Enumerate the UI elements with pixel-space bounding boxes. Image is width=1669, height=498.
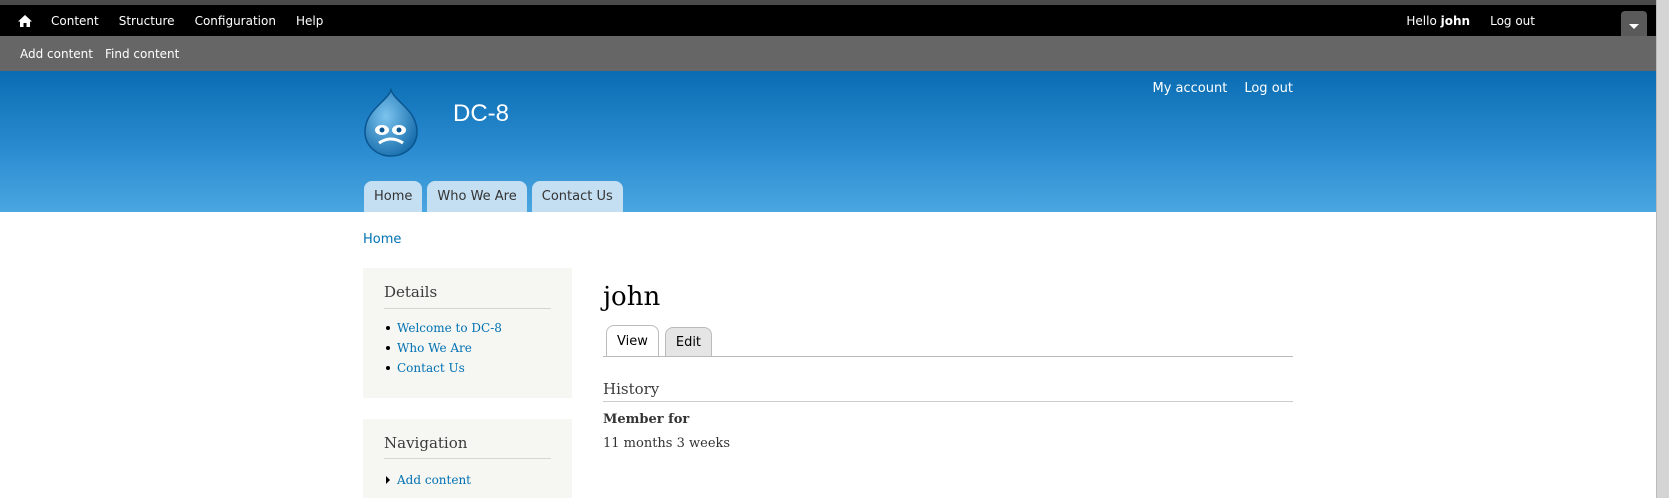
history-divider <box>603 401 1293 402</box>
page-title: john <box>603 282 661 312</box>
details-item-welcome[interactable]: Welcome to DC-8 <box>384 318 502 338</box>
collapsed-arrow-icon <box>386 476 390 484</box>
hello-prefix: Hello <box>1406 13 1437 28</box>
main-menu-who-we-are[interactable]: Who We Are <box>427 181 527 212</box>
details-item-label: Welcome to DC-8 <box>397 321 502 335</box>
tab-view[interactable]: View <box>606 325 659 357</box>
admin-menu-structure[interactable]: Structure <box>119 14 175 28</box>
bullet-icon <box>386 326 390 330</box>
shortcut-add-content[interactable]: Add content <box>20 47 93 61</box>
toolbar-logout-link[interactable]: Log out <box>1490 14 1535 28</box>
main-menu-home[interactable]: Home <box>364 181 423 212</box>
toolbar-toggle-icon <box>1629 24 1639 29</box>
navigation-item-add-content[interactable]: Add content <box>384 470 471 490</box>
toolbar-toggle-button[interactable] <box>1621 11 1647 36</box>
tabs-underline <box>603 356 1293 357</box>
admin-menu-configuration[interactable]: Configuration <box>195 14 276 28</box>
admin-menu-help[interactable]: Help <box>296 14 323 28</box>
bullet-icon <box>386 346 390 350</box>
navigation-block: Navigation Add content <box>363 419 572 498</box>
navigation-item-label: Add content <box>397 473 471 487</box>
shortcuts-bar: Add content Find content <box>0 36 1669 71</box>
bullet-icon <box>386 366 390 370</box>
main-menu: Home Who We Are Contact Us <box>364 181 623 212</box>
member-for-label: Member for <box>603 412 690 427</box>
navigation-title: Navigation <box>384 434 468 452</box>
navigation-divider <box>384 458 551 459</box>
admin-menu: Content Structure Configuration Help <box>51 5 323 36</box>
admin-toolbar: Content Structure Configuration Help Hel… <box>0 5 1669 36</box>
details-list: Welcome to DC-8 Who We Are Contact Us <box>384 318 502 378</box>
vertical-scrollbar[interactable] <box>1656 0 1669 498</box>
details-divider <box>384 308 551 309</box>
details-item-who-we-are[interactable]: Who We Are <box>384 338 502 358</box>
header-logout-link[interactable]: Log out <box>1244 81 1293 96</box>
shortcut-find-content[interactable]: Find content <box>105 47 179 61</box>
history-heading: History <box>603 380 660 398</box>
member-for-value: 11 months 3 weeks <box>603 436 731 451</box>
tab-edit[interactable]: Edit <box>664 327 713 356</box>
page-tabs: View Edit <box>606 325 713 357</box>
main-menu-contact-us[interactable]: Contact Us <box>531 181 623 212</box>
breadcrumb-home[interactable]: Home <box>363 232 401 247</box>
navigation-list: Add content <box>384 470 471 490</box>
site-name[interactable]: DC-8 <box>453 100 509 128</box>
home-icon[interactable] <box>17 13 33 29</box>
details-item-label: Contact Us <box>397 361 465 375</box>
my-account-link[interactable]: My account <box>1153 81 1228 96</box>
hello-username[interactable]: john <box>1441 14 1470 28</box>
secondary-menu: My account Log out <box>1153 81 1294 96</box>
hello-user: Hello john <box>1406 14 1470 28</box>
toolbar-user-area: Hello john Log out <box>1406 5 1535 36</box>
admin-menu-content[interactable]: Content <box>51 14 99 28</box>
drupal-logo[interactable] <box>361 88 421 158</box>
details-block: Details Welcome to DC-8 Who We Are Conta… <box>363 268 572 398</box>
details-item-contact-us[interactable]: Contact Us <box>384 358 502 378</box>
details-item-label: Who We Are <box>397 341 472 355</box>
site-header: DC-8 My account Log out Home Who We Are … <box>0 71 1656 212</box>
details-title: Details <box>384 283 438 301</box>
